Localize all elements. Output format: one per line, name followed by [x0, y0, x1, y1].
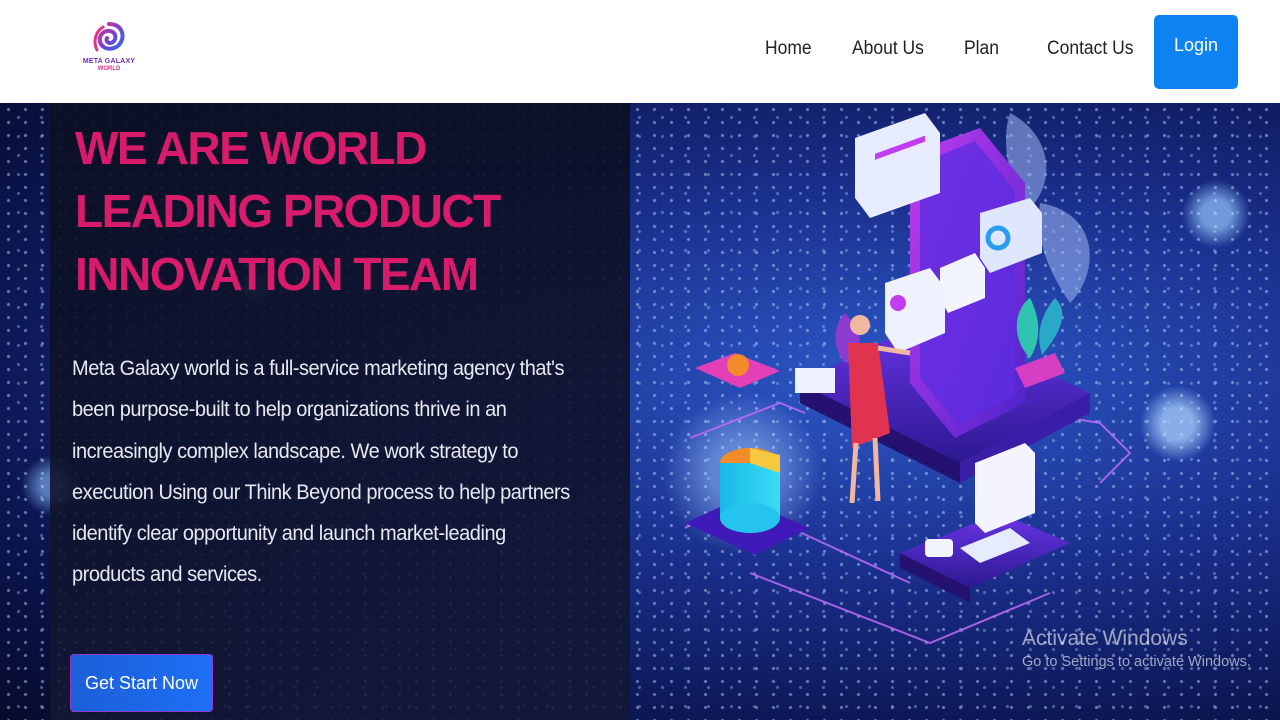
brand-subname: WORLD: [97, 66, 121, 72]
nav-about-link[interactable]: About Us: [852, 38, 924, 60]
nav-plan-link[interactable]: Plan: [964, 38, 999, 60]
get-started-button[interactable]: Get Start Now: [70, 654, 213, 712]
brand-name: META GALAXY: [82, 58, 136, 65]
top-navbar: META GALAXY WORLD Home About Us Plan Con…: [0, 0, 1280, 103]
hero-headline: WE ARE WORLD LEADING PRODUCT INNOVATION …: [75, 117, 615, 306]
watermark-subtitle: Go to Settings to activate Windows.: [1022, 654, 1251, 670]
windows-activation-watermark: Activate Windows Go to Settings to activ…: [1022, 626, 1251, 672]
headline-line-3: INNOVATION TEAM: [75, 248, 479, 300]
nav-contact-link[interactable]: Contact Us: [1047, 38, 1133, 60]
watermark-title: Activate Windows: [1022, 627, 1188, 650]
nav-home-link[interactable]: Home: [765, 38, 812, 60]
brand-logo[interactable]: META GALAXY WORLD: [78, 20, 140, 82]
headline-line-1: WE ARE WORLD: [75, 122, 427, 174]
galaxy-logo-icon: [93, 22, 125, 52]
hero-description: Meta Galaxy world is a full-service mark…: [72, 356, 570, 587]
login-button[interactable]: Login: [1154, 15, 1238, 89]
headline-line-2: LEADING PRODUCT: [75, 185, 501, 237]
